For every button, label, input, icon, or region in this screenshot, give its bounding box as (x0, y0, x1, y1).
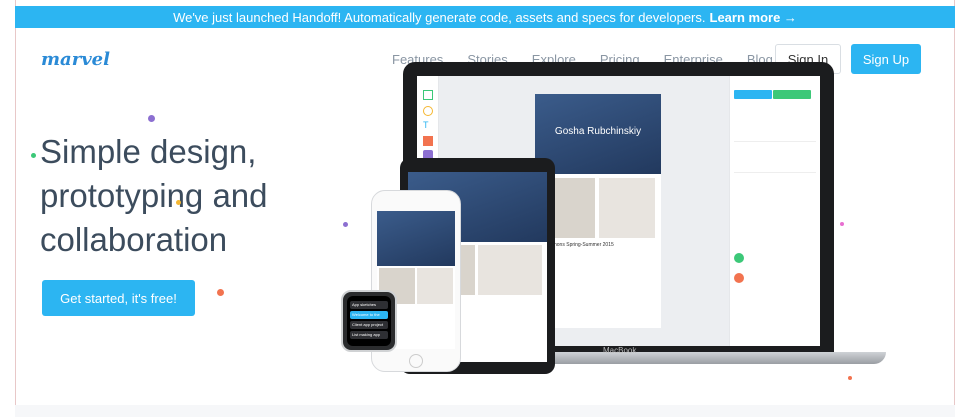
decor-dot (31, 153, 36, 158)
product-image (599, 178, 655, 238)
hero-title-line: prototyping and (40, 177, 268, 214)
watch-list-item[interactable]: App sketches (350, 301, 388, 309)
decor-dot (840, 222, 844, 226)
rectangle-tool-icon[interactable] (423, 90, 433, 100)
learn-more-link[interactable]: Learn more → (710, 10, 797, 25)
decor-dot (217, 289, 224, 296)
decor-dot (343, 222, 348, 227)
done-button[interactable] (734, 90, 772, 99)
hero-title-line: collaboration (40, 221, 228, 258)
artboard-title: Gosha Rubchinskiy (554, 126, 642, 137)
properties-panel (729, 76, 820, 346)
get-started-button[interactable]: Get started, it's free! (42, 280, 195, 316)
watch-device: App sketches Welcome to the Client app p… (341, 290, 397, 352)
laptop-brand: MacBook (603, 346, 637, 355)
border-color-swatch[interactable] (734, 273, 744, 283)
save-button[interactable] (773, 90, 812, 99)
decor-dot (148, 115, 155, 122)
artboard-header-image: Gosha Rubchinskiy (535, 94, 661, 174)
image-tool-icon[interactable] (423, 136, 433, 146)
decor-dot (848, 376, 852, 380)
hero-title-line: Simple design, (40, 133, 257, 170)
home-button[interactable] (409, 354, 423, 368)
next-section-preview (15, 405, 955, 417)
decor-dot (176, 200, 181, 205)
product-image (417, 268, 453, 304)
announcement-text: We've just launched Handoff! Automatical… (173, 9, 706, 25)
watch-list-item[interactable]: Welcome to the (350, 311, 388, 319)
hero-title: Simple design, prototyping and collabora… (40, 130, 330, 262)
watch-list-item[interactable]: Client app project (350, 321, 388, 329)
text-tool-icon[interactable]: T (423, 120, 433, 130)
fill-color-swatch[interactable] (734, 253, 744, 263)
watch-screen: App sketches Welcome to the Client app p… (347, 296, 391, 346)
sign-up-button[interactable]: Sign Up (851, 44, 921, 74)
watch-list-item[interactable]: List making app (350, 331, 388, 339)
announcement-bar: We've just launched Handoff! Automatical… (15, 6, 955, 28)
phone-header-image (377, 211, 455, 266)
circle-tool-icon[interactable] (423, 106, 433, 116)
product-image (478, 245, 542, 295)
marvel-logo[interactable]: marvel (41, 49, 110, 70)
